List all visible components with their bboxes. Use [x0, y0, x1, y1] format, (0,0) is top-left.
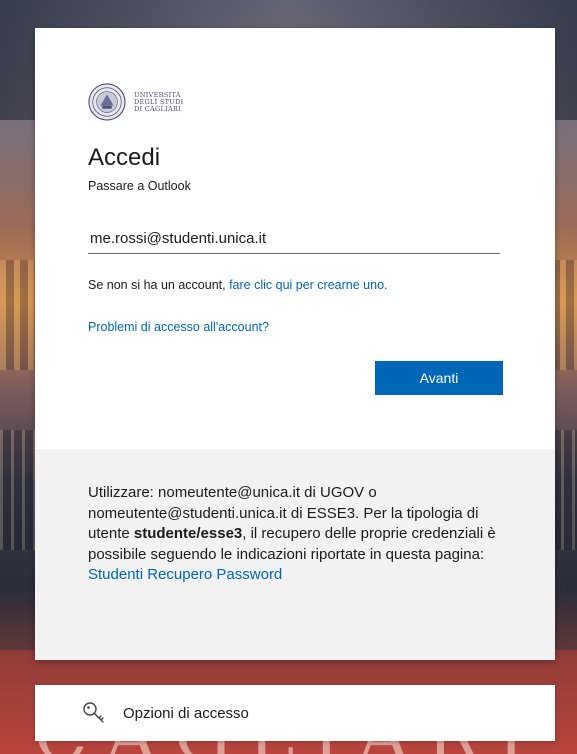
page-title: Accedi [88, 144, 161, 171]
university-seal-icon [88, 83, 126, 121]
access-problems: Problemi di accesso all'account? [88, 320, 269, 334]
key-icon [83, 702, 104, 723]
university-name: UNIVERSITÀ DEGLI STUDI DI CAGLIARI [134, 90, 184, 113]
email-field[interactable] [88, 224, 500, 254]
next-button[interactable]: Avanti [375, 361, 503, 395]
signin-form-section: UNIVERSITÀ DEGLI STUDI DI CAGLIARI Acced… [35, 28, 555, 449]
info-text: Utilizzare: nomeutente@unica.it di UGOV … [88, 484, 496, 583]
no-account-text: Se non si ha un account, fare clic qui p… [88, 278, 388, 292]
password-recovery-link[interactable]: Studenti Recupero Password [88, 566, 282, 583]
page-subtitle: Passare a Outlook [88, 179, 191, 193]
signin-options-label: Opzioni di accesso [123, 704, 249, 722]
signin-options-button[interactable]: Opzioni di accesso [35, 685, 555, 741]
access-problems-link[interactable]: Problemi di accesso all'account? [88, 320, 269, 334]
create-account-link[interactable]: fare clic qui per crearne uno. [229, 278, 387, 292]
signin-card: UNIVERSITÀ DEGLI STUDI DI CAGLIARI Acced… [35, 28, 555, 660]
university-logo: UNIVERSITÀ DEGLI STUDI DI CAGLIARI [88, 83, 183, 121]
info-section: Utilizzare: nomeutente@unica.it di UGOV … [35, 449, 555, 660]
